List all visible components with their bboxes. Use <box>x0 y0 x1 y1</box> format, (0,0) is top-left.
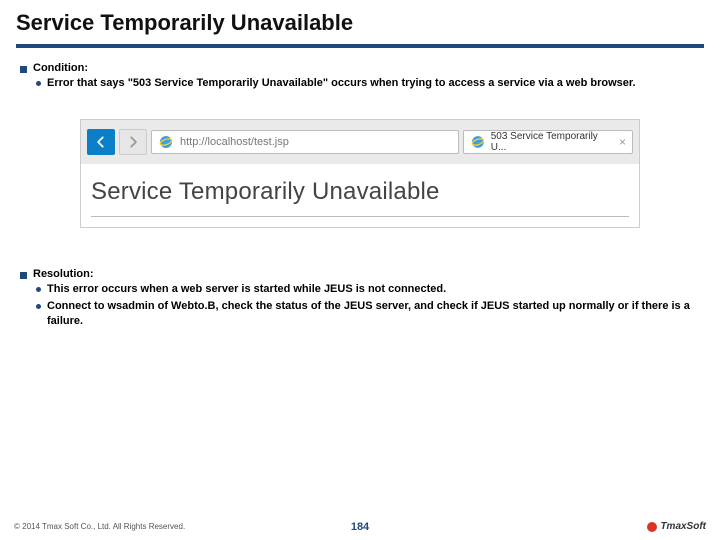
slide: Service Temporarily Unavailable Conditio… <box>0 0 720 540</box>
resolution-bullet-1: This error occurs when a web server is s… <box>20 282 700 297</box>
page-number: 184 <box>351 521 369 533</box>
arrow-right-icon <box>126 135 140 149</box>
title-wrap: Service Temporarily Unavailable <box>0 0 720 40</box>
tab-title: 503 Service Temporarily U... <box>491 131 614 153</box>
brand-name: TmaxSoft <box>660 521 706 532</box>
footer: © 2014 Tmax Soft Co., Ltd. All Rights Re… <box>0 521 720 532</box>
back-button <box>87 129 115 155</box>
square-bullet-icon <box>20 272 27 279</box>
close-icon: × <box>619 135 626 149</box>
condition-bullet: Error that says "503 Service Temporarily… <box>20 76 700 91</box>
resolution-text-2: Connect to wsadmin of Webto.B, check the… <box>47 299 700 329</box>
square-bullet-icon <box>20 66 27 73</box>
url-text: http://localhost/test.jsp <box>180 136 289 148</box>
body: Condition: Error that says "503 Service … <box>0 48 720 328</box>
dot-bullet-icon <box>36 287 41 292</box>
browser-screenshot: http://localhost/test.jsp 503 Service Te… <box>80 119 640 228</box>
address-bar: http://localhost/test.jsp <box>151 130 459 154</box>
dot-bullet-icon <box>36 304 41 309</box>
logo-circle-icon <box>647 522 657 532</box>
page-title: Service Temporarily Unavailable <box>16 10 704 36</box>
resolution-block: Resolution: This error occurs when a web… <box>20 268 700 329</box>
resolution-heading: Resolution: <box>33 268 94 280</box>
resolution-text-1: This error occurs when a web server is s… <box>47 282 446 297</box>
resolution-heading-row: Resolution: <box>20 268 700 280</box>
dot-bullet-icon <box>36 81 41 86</box>
copyright: © 2014 Tmax Soft Co., Ltd. All Rights Re… <box>14 522 185 531</box>
divider <box>91 216 629 217</box>
arrow-left-icon <box>94 135 108 149</box>
forward-button <box>119 129 147 155</box>
error-heading: Service Temporarily Unavailable <box>91 178 629 206</box>
condition-heading-row: Condition: <box>20 62 700 74</box>
browser-tab: 503 Service Temporarily U... × <box>463 130 633 154</box>
ie-tab-icon <box>470 134 486 150</box>
browser-toolbar: http://localhost/test.jsp 503 Service Te… <box>81 120 639 164</box>
brand-logo: TmaxSoft <box>647 521 706 532</box>
condition-heading: Condition: <box>33 62 88 74</box>
condition-text: Error that says "503 Service Temporarily… <box>47 76 636 91</box>
browser-content: Service Temporarily Unavailable <box>81 164 639 227</box>
resolution-bullet-2: Connect to wsadmin of Webto.B, check the… <box>20 299 700 329</box>
ie-icon <box>158 134 174 150</box>
